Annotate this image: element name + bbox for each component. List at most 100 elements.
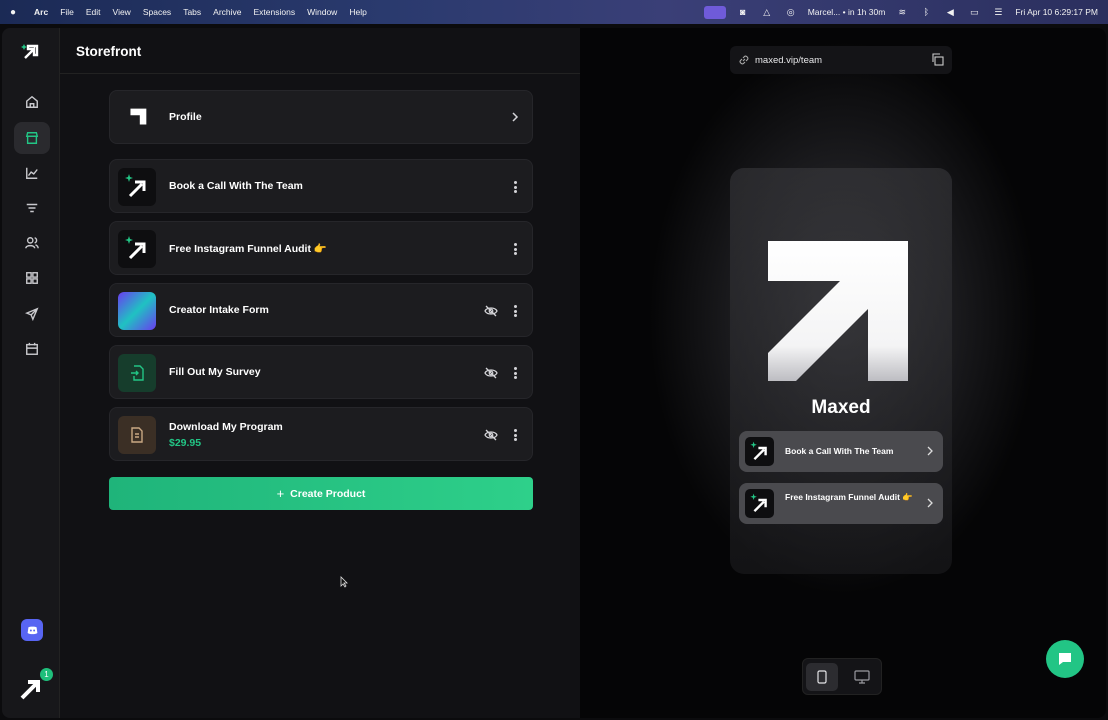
notification-badge: 1 [40,668,53,681]
status-app-icon[interactable]: ◙ [736,6,750,18]
card-title: Download My Program [169,421,283,433]
volume-icon[interactable]: ◀ [943,6,957,18]
nav-apps[interactable] [14,262,50,294]
link-title: Book a Call With The Team [785,446,894,456]
product-thumb [118,168,156,206]
sidebar: 1 [2,28,60,718]
profile-card[interactable]: Profile [109,90,533,144]
plus-icon: + [276,486,285,501]
store-url[interactable]: maxed.vip/team [755,55,822,66]
product-card-survey[interactable]: Fill Out My Survey [109,345,533,399]
product-thumb [118,230,156,268]
triangle-app-icon[interactable]: △ [760,6,774,18]
control-center-icon[interactable]: ☰ [991,6,1005,18]
phone-preview: Maxed Book a Call With The Team Free Ins… [730,168,952,574]
maxed-sparkle-icon [749,441,767,460]
maxed-sparkle-icon [125,236,146,260]
menu-spaces[interactable]: Spaces [143,7,171,17]
nav-storefront[interactable] [14,122,50,154]
chevron-right-icon [512,112,519,122]
desktop-view-button[interactable] [846,663,878,691]
page-title: Storefront [76,44,142,59]
copy-icon[interactable] [931,53,944,66]
link-title: Free Instagram Funnel Audit 👉 [785,492,913,502]
product-price: $29.95 [169,437,202,449]
clock[interactable]: Fri Apr 10 6:29:17 PM [1015,7,1098,17]
mobile-view-button[interactable] [806,663,838,691]
card-title: Fill Out My Survey [169,366,261,378]
profile-thumb [118,99,156,137]
app-window: 1 Storefront Profile Book a Call With Th… [2,28,1106,718]
menu-archive[interactable]: Archive [213,7,241,17]
card-title: Profile [169,111,202,123]
preview-link-funnel-audit[interactable]: Free Instagram Funnel Audit 👉 [739,483,943,524]
product-card-intake-form[interactable]: Creator Intake Form [109,283,533,337]
device-toggle [802,658,882,695]
preview-link-book-call[interactable]: Book a Call With The Team [739,431,943,472]
create-product-button[interactable]: + Create Product [109,477,533,510]
document-icon [131,427,143,443]
hidden-eye-icon[interactable] [484,428,498,442]
menu-view[interactable]: View [113,7,131,17]
home-icon [26,95,38,108]
product-thumb [118,354,156,392]
chat-button[interactable] [1046,640,1084,678]
create-product-label: Create Product [290,487,366,500]
bluetooth-icon[interactable]: ᛒ [919,6,933,18]
card-title: Book a Call With The Team [169,180,303,192]
storefront-icon [25,132,39,144]
card-title: Free Instagram Funnel Audit 👉 [169,243,327,255]
product-thumb [118,292,156,330]
more-options-icon[interactable] [510,303,520,319]
hidden-eye-icon[interactable] [484,304,498,318]
reminder-text[interactable]: Marcel... • in 1h 30m [808,7,886,17]
more-options-icon[interactable] [510,365,520,381]
more-options-icon[interactable] [510,179,520,195]
maxed-logo-icon[interactable] [21,42,41,62]
reminder-icon[interactable]: ◎ [784,6,798,18]
apple-menu-icon[interactable]: ● [10,7,22,18]
nav-calendar[interactable] [14,333,50,365]
maxed-arrow-icon [125,108,147,130]
url-bar[interactable]: maxed.vip/team [730,46,952,74]
nav-customers[interactable] [14,227,50,259]
menu-extensions[interactable]: Extensions [254,7,296,17]
hidden-eye-icon[interactable] [484,366,498,380]
more-options-icon[interactable] [510,427,520,443]
menu-window[interactable]: Window [307,7,337,17]
battery-icon[interactable]: ▭ [967,6,981,18]
menu-file[interactable]: File [60,7,74,17]
monitor-icon [854,670,870,684]
product-card-funnel-audit[interactable]: Free Instagram Funnel Audit 👉 [109,221,533,275]
maxed-sparkle-icon [749,493,767,512]
chevron-right-icon [927,498,933,508]
menu-app-name[interactable]: Arc [34,7,48,17]
chevron-right-icon [927,446,933,456]
product-card-book-call[interactable]: Book a Call With The Team [109,159,533,213]
mouse-cursor-icon [340,576,348,588]
discord-button[interactable] [21,619,43,641]
link-thumb [745,437,774,466]
nav-home[interactable] [14,86,50,118]
brand-name: Maxed [811,397,871,418]
menu-help[interactable]: Help [349,7,366,17]
nav-analytics[interactable] [14,157,50,189]
maxed-logo-icon [768,241,908,381]
discord-icon [27,626,37,634]
phone-icon [817,670,827,684]
screen-record-icon[interactable] [703,5,726,19]
more-options-icon[interactable] [510,241,520,257]
nav-funnels[interactable] [14,192,50,224]
customers-icon [25,237,39,249]
menu-tabs[interactable]: Tabs [183,7,201,17]
macos-menubar: ● Arc File Edit View Spaces Tabs Archive… [0,0,1108,24]
calendar-icon [26,342,38,355]
wifi-icon[interactable]: ≋ [895,6,909,18]
product-thumb [118,416,156,454]
send-icon [25,307,39,321]
apps-icon [26,272,38,284]
menu-edit[interactable]: Edit [86,7,101,17]
product-card-download-program[interactable]: Download My Program $29.95 [109,407,533,461]
funnel-icon [26,203,38,213]
nav-send[interactable] [14,298,50,330]
